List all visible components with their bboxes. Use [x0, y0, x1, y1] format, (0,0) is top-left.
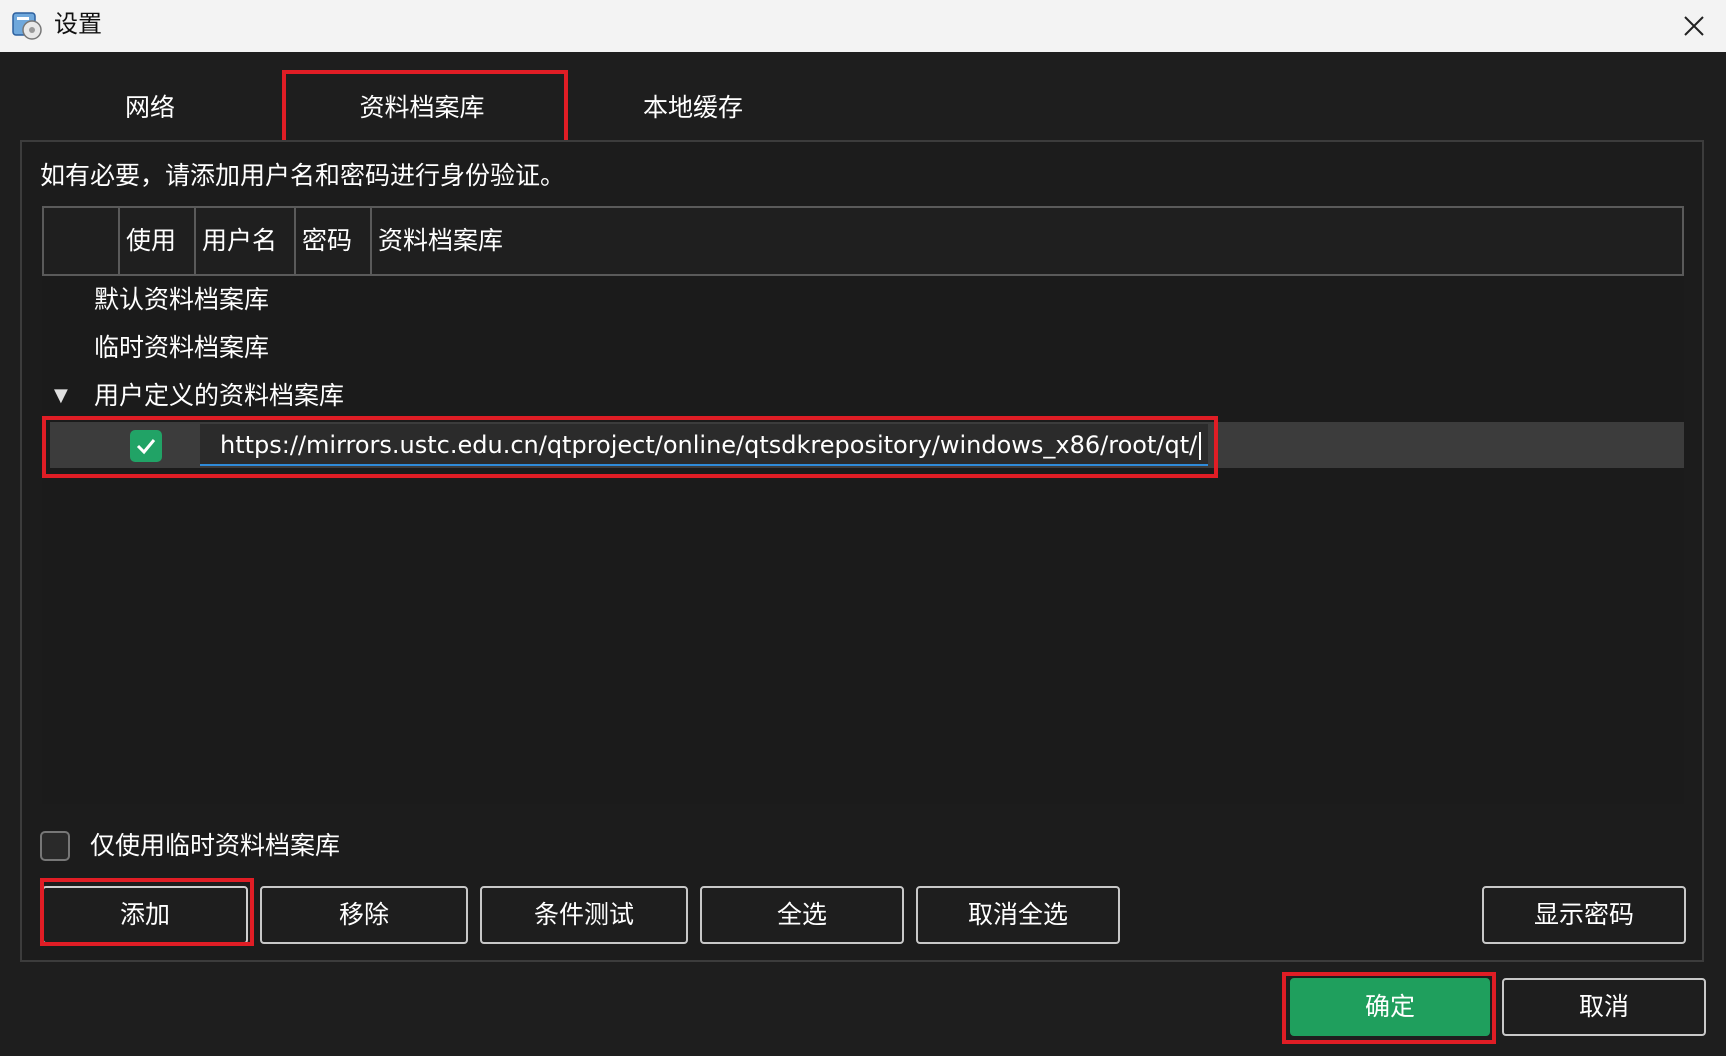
checkmark-icon [136, 439, 156, 455]
tree-item-user-defined-repos[interactable]: 用户定义的资料档案库 [94, 376, 344, 416]
cancel-button[interactable]: 取消 [1502, 978, 1706, 1036]
repository-tree: 默认资料档案库 临时资料档案库 ▼ 用户定义的资料档案库 https://mir… [42, 276, 1684, 804]
expand-arrow-icon[interactable]: ▼ [54, 376, 68, 416]
auth-info-text: 如有必要，请添加用户名和密码进行身份验证。 [40, 161, 566, 190]
column-header-password[interactable]: 密码 [296, 208, 372, 274]
select-all-button[interactable]: 全选 [700, 886, 904, 944]
remove-button[interactable]: 移除 [260, 886, 468, 944]
tab-local-cache[interactable]: 本地缓存 [568, 76, 818, 140]
ok-button[interactable]: 确定 [1290, 978, 1490, 1036]
tab-network[interactable]: 网络 [40, 76, 260, 140]
user-repo-url-value: https://mirrors.ustc.edu.cn/qtproject/on… [220, 431, 1198, 459]
only-temp-repos-checkbox[interactable] [40, 831, 70, 861]
close-button[interactable] [1662, 0, 1726, 52]
close-icon [1684, 16, 1704, 36]
test-button[interactable]: 条件测试 [480, 886, 688, 944]
column-header-use[interactable]: 使用 [120, 208, 196, 274]
text-caret [1199, 432, 1202, 460]
column-header-username[interactable]: 用户名 [196, 208, 296, 274]
user-repo-use-checkbox[interactable] [130, 430, 162, 462]
deselect-all-button[interactable]: 取消全选 [916, 886, 1120, 944]
show-password-button[interactable]: 显示密码 [1482, 886, 1686, 944]
tree-item-temporary-repos[interactable]: 临时资料档案库 [94, 328, 269, 368]
tab-repositories[interactable]: 资料档案库 [286, 76, 558, 140]
repository-table-header: 使用 用户名 密码 资料档案库 [42, 206, 1684, 276]
only-temp-repos-label[interactable]: 仅使用临时资料档案库 [90, 829, 340, 863]
column-header-repository[interactable]: 资料档案库 [372, 208, 1272, 274]
user-repo-url-text: https://mirrors.ustc.edu.cn/qtproject/on… [220, 424, 1202, 466]
settings-app-icon [12, 12, 42, 40]
add-button[interactable]: 添加 [42, 886, 248, 944]
title-bar: 设置 [0, 0, 1726, 52]
window-title: 设置 [54, 10, 102, 38]
column-header-blank [44, 208, 120, 274]
tree-item-default-repos[interactable]: 默认资料档案库 [94, 280, 269, 320]
user-repo-url-input[interactable]: https://mirrors.ustc.edu.cn/qtproject/on… [200, 424, 1208, 466]
